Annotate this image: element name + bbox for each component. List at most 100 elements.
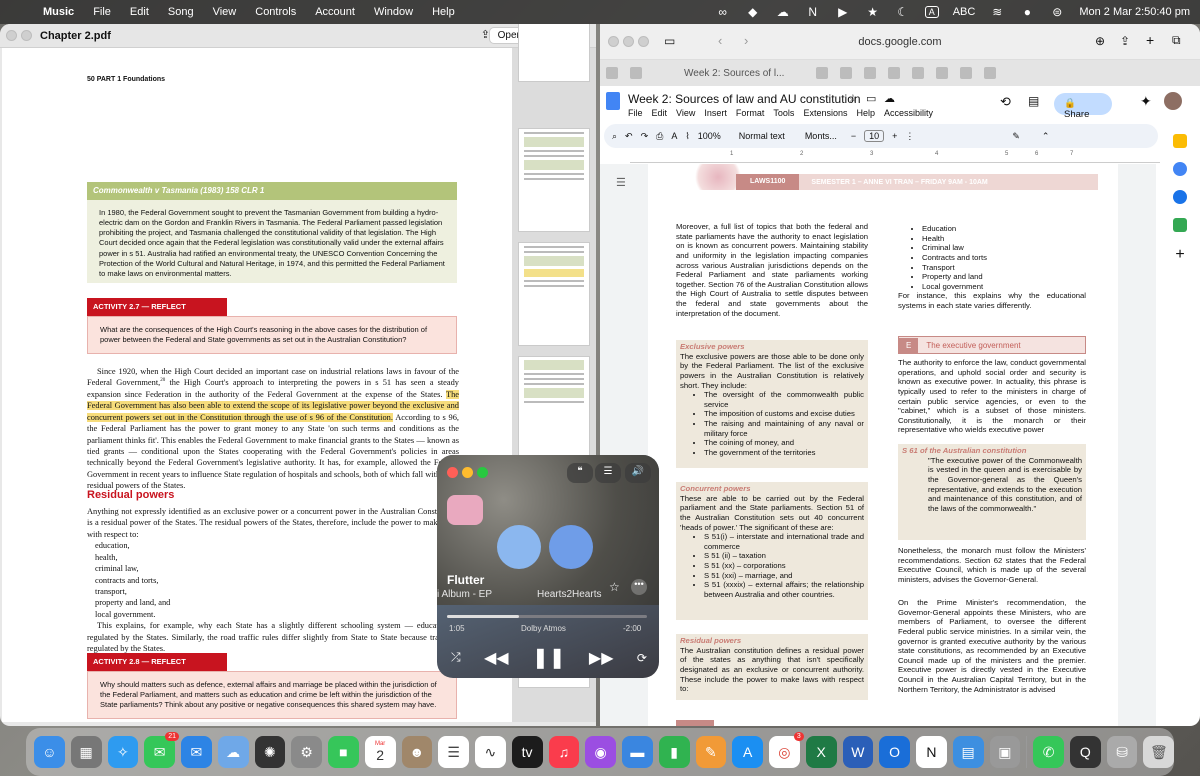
menu-file[interactable]: File bbox=[93, 6, 111, 18]
search-menus-icon[interactable]: ⌕ bbox=[612, 131, 617, 142]
docs-menu-edit[interactable]: Edit bbox=[652, 108, 668, 118]
menu-account[interactable]: Account bbox=[315, 6, 355, 18]
dock-messages-icon[interactable]: ✉ 21 bbox=[144, 732, 179, 768]
menu-edit[interactable]: Edit bbox=[130, 6, 149, 18]
dock-notion-icon[interactable]: N bbox=[916, 736, 947, 768]
pause-icon[interactable]: ❚❚ bbox=[532, 645, 566, 670]
cloud-icon[interactable]: ☁ bbox=[775, 5, 791, 19]
download-icon[interactable]: ⊕ bbox=[1095, 34, 1105, 48]
add-ons-icon[interactable]: + bbox=[1175, 246, 1184, 264]
dock-disk-utility-icon[interactable]: ⛁ bbox=[1106, 736, 1138, 768]
dock-appstore-icon[interactable]: A bbox=[732, 736, 763, 768]
minimize-button[interactable] bbox=[21, 30, 32, 41]
notion-icon[interactable]: N bbox=[805, 5, 821, 19]
wifi-icon[interactable]: ≋ bbox=[989, 5, 1005, 19]
dock-mail-icon[interactable]: ✉ bbox=[181, 736, 212, 768]
more-options-icon[interactable]: ••• bbox=[631, 579, 647, 595]
repeat-icon[interactable]: ⟳ bbox=[637, 651, 647, 665]
dock-freeform-icon[interactable]: ∿ bbox=[475, 736, 506, 768]
cloud-saved-icon[interactable]: ☁ bbox=[884, 92, 895, 105]
dock-safari-icon[interactable]: ✧ bbox=[107, 736, 139, 768]
dock-files-icon[interactable]: ▤ bbox=[952, 736, 984, 768]
dock-outlook-icon[interactable]: O bbox=[879, 736, 910, 768]
history-icon[interactable]: ⟲ bbox=[1000, 94, 1011, 110]
queue-icon[interactable]: ☰ bbox=[595, 463, 621, 483]
dock-calendar-icon[interactable]: Mar 2 bbox=[364, 736, 396, 768]
menu-controls[interactable]: Controls bbox=[255, 6, 296, 18]
rewind-icon[interactable]: ◀◀ bbox=[484, 648, 509, 668]
dropbox-icon[interactable]: ◆ bbox=[745, 5, 761, 19]
docs-logo-icon[interactable] bbox=[606, 92, 620, 110]
dock-preview-icon[interactable]: ▣ bbox=[989, 736, 1021, 768]
outline-icon[interactable]: ☰ bbox=[616, 176, 626, 189]
playback-progress-bar[interactable] bbox=[447, 615, 647, 618]
dock-launchpad-icon[interactable]: ▦ bbox=[70, 736, 102, 768]
dock-tv-icon[interactable]: tv bbox=[511, 736, 543, 768]
close-button[interactable] bbox=[447, 467, 462, 481]
menu-app-name[interactable]: Music bbox=[43, 6, 74, 18]
volume-icon[interactable]: 🔊 bbox=[625, 463, 651, 483]
tab-favicon[interactable] bbox=[936, 67, 949, 79]
tab-favicon[interactable] bbox=[984, 67, 997, 79]
share-button[interactable]: 🔒 Share bbox=[1054, 93, 1112, 120]
creative-cloud-icon[interactable]: ∞ bbox=[715, 5, 731, 19]
dock-contacts-icon[interactable]: ☻ bbox=[401, 736, 433, 768]
paint-format-icon[interactable]: ⌇ bbox=[685, 131, 689, 142]
dock-trash-icon[interactable]: 🗑 bbox=[1143, 736, 1175, 768]
document-name[interactable]: Week 2: Sources of law and AU constituti… bbox=[628, 92, 861, 106]
tab-favicon[interactable] bbox=[606, 67, 618, 79]
tab-favicon[interactable] bbox=[630, 67, 642, 79]
avatar[interactable] bbox=[1164, 92, 1182, 110]
menu-song[interactable]: Song bbox=[168, 6, 194, 18]
favorite-star-icon[interactable]: ☆ bbox=[609, 580, 620, 594]
zoom-button[interactable] bbox=[477, 467, 492, 481]
new-tab-icon[interactable]: + bbox=[1146, 32, 1154, 48]
font-size-input[interactable]: 10 bbox=[864, 130, 885, 142]
focus-icon[interactable]: ☾ bbox=[895, 5, 911, 19]
page-thumbnail[interactable] bbox=[518, 356, 590, 460]
minimize-button[interactable] bbox=[462, 467, 477, 481]
dock-keynote-icon[interactable]: ▬ bbox=[622, 736, 653, 768]
siri-icon[interactable]: ● bbox=[1019, 5, 1035, 19]
lyrics-icon[interactable]: ❝ bbox=[567, 463, 593, 483]
dock-settings-icon[interactable]: ⚙ bbox=[291, 736, 322, 768]
shuffle-icon[interactable]: ⤮ bbox=[451, 650, 461, 665]
zoom-select[interactable]: 100% bbox=[698, 131, 721, 141]
tab-favicon[interactable] bbox=[816, 67, 829, 79]
collapse-toolbar-icon[interactable]: ⌃ bbox=[1042, 131, 1050, 142]
dock-facetime-icon[interactable]: ■ bbox=[328, 736, 359, 768]
tab-favicon[interactable] bbox=[840, 67, 853, 79]
input-source-label[interactable]: ABC bbox=[953, 6, 976, 18]
menu-view[interactable]: View bbox=[213, 6, 237, 18]
fast-forward-icon[interactable]: ▶▶ bbox=[589, 648, 614, 668]
undo-icon[interactable]: ↶ bbox=[625, 131, 633, 142]
tab-favicon[interactable] bbox=[888, 67, 901, 79]
address-bar[interactable]: docs.google.com bbox=[600, 36, 1200, 48]
page-thumbnail[interactable] bbox=[518, 24, 590, 82]
menu-window[interactable]: Window bbox=[374, 6, 413, 18]
tasks-icon[interactable] bbox=[1173, 162, 1187, 176]
page-thumbnail[interactable] bbox=[518, 128, 590, 232]
dock-icloud-icon[interactable]: ☁ bbox=[217, 736, 249, 768]
docs-menu-accessibility[interactable]: Accessibility bbox=[884, 108, 933, 118]
comments-icon[interactable]: ▤ bbox=[1028, 94, 1039, 108]
font-size-decrease[interactable]: − bbox=[851, 131, 856, 141]
move-folder-icon[interactable]: ▭ bbox=[866, 92, 876, 105]
dock-chatgpt-icon[interactable]: ✺ bbox=[254, 736, 286, 768]
menu-help[interactable]: Help bbox=[432, 6, 455, 18]
clock[interactable]: Mon 2 Mar 2:50:40 pm bbox=[1079, 6, 1190, 18]
close-button[interactable] bbox=[6, 30, 17, 41]
docs-menu-insert[interactable]: Insert bbox=[704, 108, 727, 118]
docs-menu-help[interactable]: Help bbox=[856, 108, 875, 118]
maps-icon[interactable] bbox=[1173, 218, 1187, 232]
star-icon[interactable]: ☆ bbox=[848, 92, 858, 105]
redo-icon[interactable]: ↷ bbox=[641, 131, 649, 142]
keep-icon[interactable] bbox=[1173, 134, 1187, 148]
more-tools-icon[interactable]: ⋮ bbox=[905, 131, 914, 142]
edit-mode-icon[interactable]: ✎ bbox=[1012, 131, 1020, 142]
share-icon[interactable]: ⇪ bbox=[1120, 34, 1130, 48]
print-icon[interactable]: ⎙ bbox=[656, 131, 663, 142]
gemini-icon[interactable]: ✦ bbox=[1140, 93, 1152, 110]
spellcheck-icon[interactable]: A bbox=[671, 131, 677, 141]
tab-favicon[interactable] bbox=[960, 67, 973, 79]
